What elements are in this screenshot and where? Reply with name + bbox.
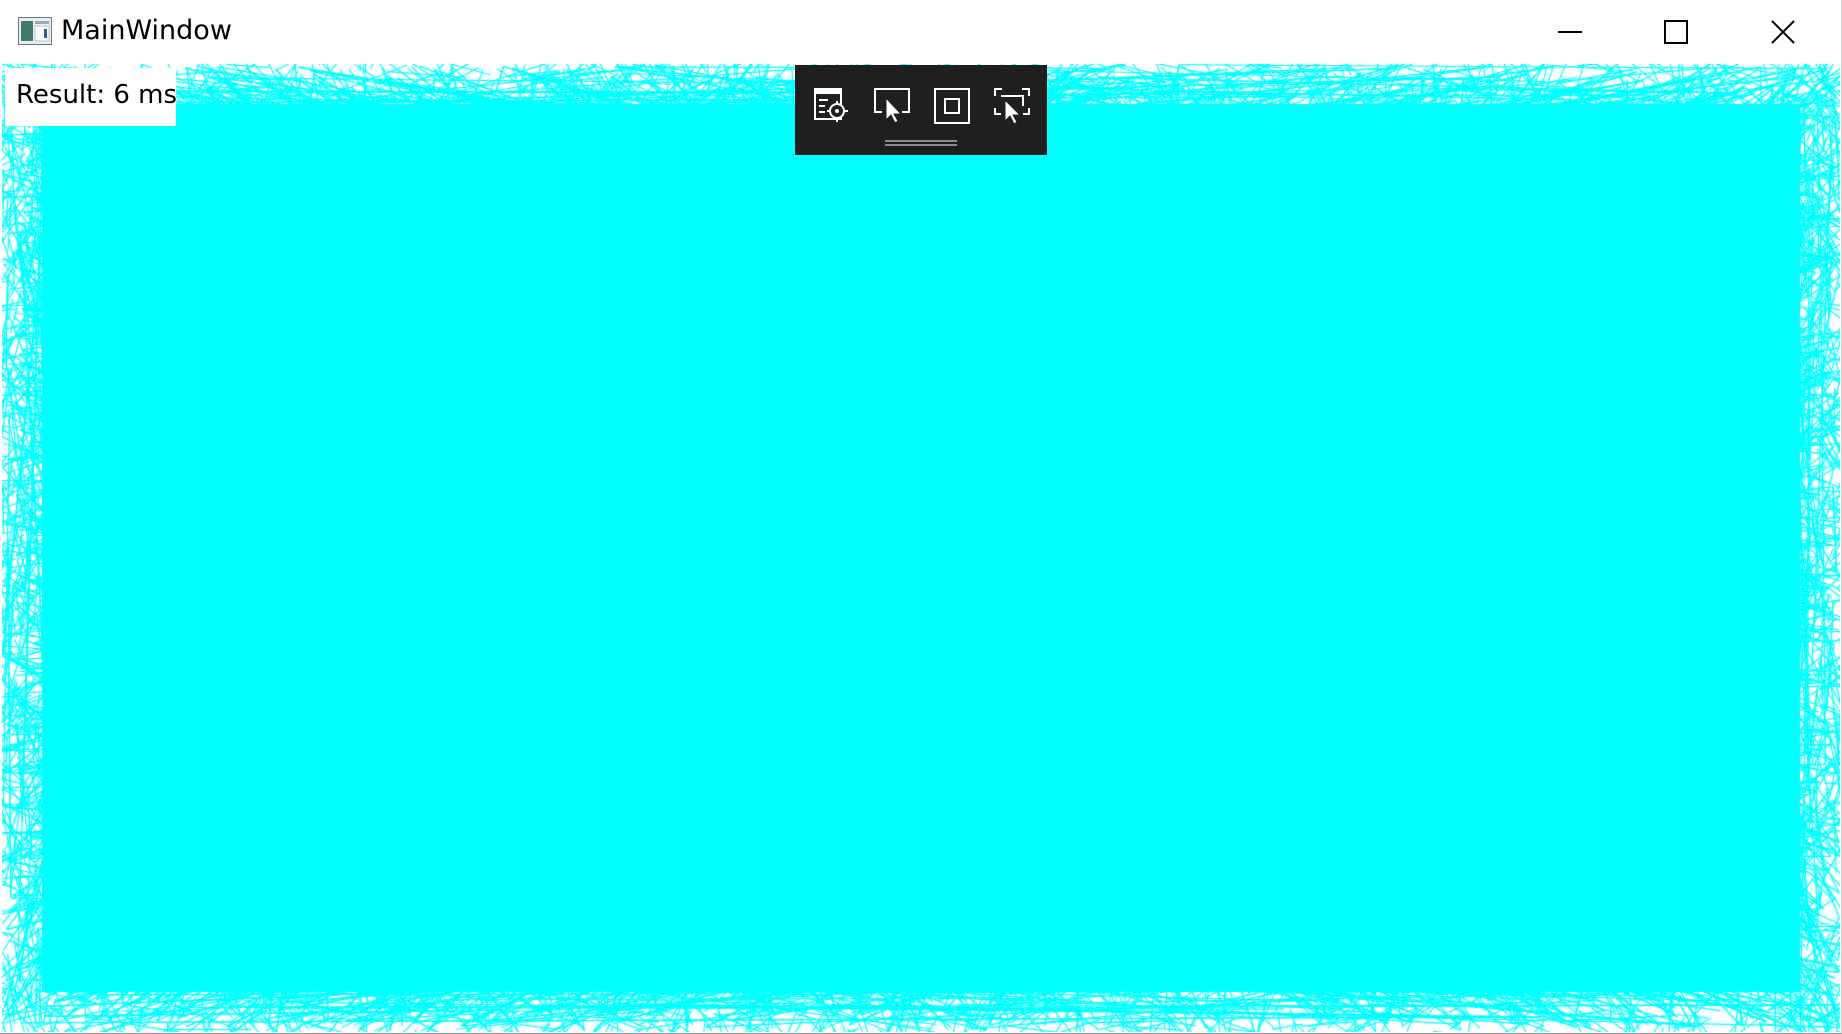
track-focus-icon [994,88,1030,125]
main-window: MainWindow Result: 6 ms [0,0,1842,1034]
maximize-button[interactable] [1623,0,1729,64]
xaml-debug-toolbar[interactable] [795,65,1047,155]
select-element-icon [874,88,910,124]
result-label: Result: 6 ms [5,68,177,126]
display-layout-adorners-button[interactable] [929,83,975,129]
maximize-icon [1664,20,1688,44]
toolbar-drag-handle[interactable] [885,140,957,146]
app-window-icon [18,17,52,45]
close-button[interactable] [1730,0,1836,64]
layout-adorner-icon [934,88,970,124]
select-element-button[interactable] [869,83,915,129]
minimize-icon [1558,31,1582,33]
title-bar[interactable]: MainWindow [0,0,1841,64]
close-icon [1771,20,1795,44]
drawing-area[interactable]: Result: 6 ms [2,64,1840,1032]
window-title: MainWindow [61,15,232,46]
track-focused-element-button[interactable] [989,83,1035,129]
go-to-live-visual-tree-button[interactable] [809,83,855,129]
random-lines-canvas [2,64,1840,1032]
minimize-button[interactable] [1517,0,1623,64]
live-visual-tree-icon [814,88,848,122]
